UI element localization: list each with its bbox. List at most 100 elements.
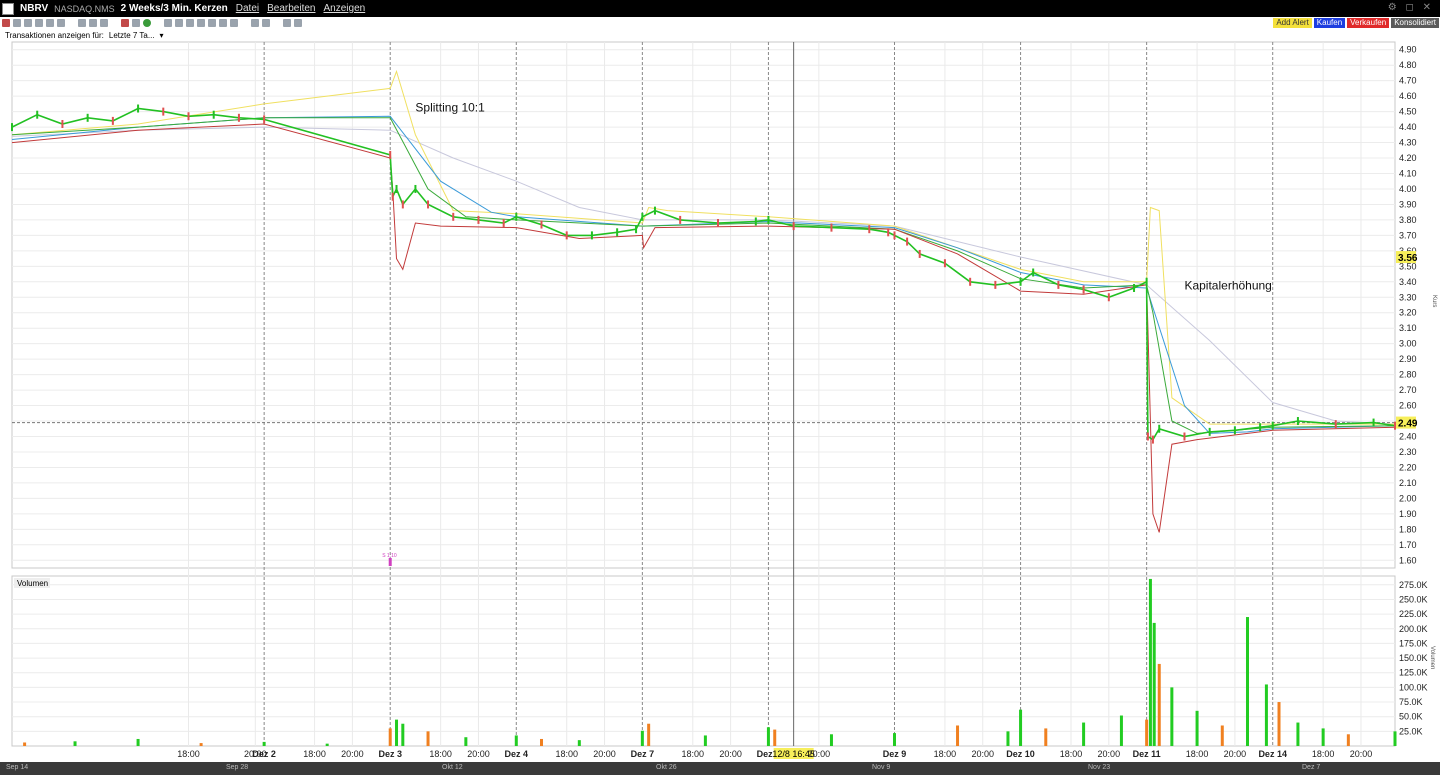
candle [868,225,871,234]
volume-tick-label: 100.0K [1399,682,1428,692]
candle [616,228,619,237]
add-alert-button[interactable]: Add Alert [1273,18,1312,28]
scroll-icon[interactable] [230,19,238,27]
candle [1133,283,1136,292]
print-icon[interactable] [57,19,65,27]
transactions-label: Transaktionen anzeigen für: [5,31,104,40]
candle [61,119,64,128]
compare-icon[interactable] [100,19,108,27]
price-axis-label: Kurs [1431,295,1437,307]
window-controls[interactable]: ⚙ ◻ ✕ [1388,2,1434,13]
candle [1372,418,1375,427]
price-tick-label: 3.30 [1399,292,1417,302]
x-tick-label: Dez 7 [631,749,655,759]
consolidated-button[interactable]: Konsolidiert [1391,18,1439,28]
x-tick-label: 18:00 [555,749,578,759]
refresh-icon[interactable] [143,19,151,27]
volume-panel-label: Volumen [17,579,48,588]
fib-icon[interactable] [175,19,183,27]
period-back-icon[interactable] [251,19,259,27]
volume-bar [23,742,27,746]
zoom-in-icon[interactable] [208,19,216,27]
candle [414,184,417,193]
symbol-label[interactable]: NBRV [20,3,48,14]
x-tick-label: 20:00 [1098,749,1121,759]
price-chart[interactable]: 4.90 4.80 4.70 4.60 4.50 4.40 4.30 4.20 4.10 4.00… [0,40,1440,762]
time-scrollbar[interactable]: Sep 14 Sep 28 Okt 12 Okt 26 Nov 9 Nov 23… [0,762,1440,775]
price-tick-label: 2.70 [1399,385,1417,395]
chart-type-icon[interactable] [78,19,86,27]
candle [1057,280,1060,289]
split-marker-label: S 1:10 [382,553,397,559]
candle [906,237,909,246]
candle [1334,420,1337,429]
candle [679,215,682,224]
volume-tick-label: 125.0K [1399,668,1428,678]
candle [401,200,404,209]
title-bar: NBRV NASDAQ.NMS 2 Weeks/3 Min. Kerzen Da… [0,0,1440,17]
x-tick-label: 18:00 [1060,749,1083,759]
volume-bar [1170,687,1174,746]
candle [11,123,13,132]
chevron-down-icon[interactable]: ▾ [160,31,164,40]
table-icon[interactable] [35,19,43,27]
draw-line-icon[interactable] [121,19,129,27]
x-tick-label: Dez 2 [252,749,276,759]
candle [111,116,114,125]
zoom-out-icon[interactable] [219,19,227,27]
undo-icon[interactable] [186,19,194,27]
candle [641,212,644,221]
cursor-icon[interactable] [13,19,21,27]
volume-bar [1277,702,1281,746]
x-tick-label: Dez 3 [378,749,402,759]
price-tick-label: 1.60 [1399,555,1417,565]
bar-tool-icon[interactable] [132,19,140,27]
volume-bar [1152,622,1156,746]
volume-axis-label: Volumen [1429,646,1435,669]
price-tick-label: 4.30 [1399,138,1417,148]
buy-button[interactable]: Kaufen [1313,18,1346,28]
menu-anzeigen[interactable]: Anzeigen [324,3,366,14]
price-tick-label: 4.20 [1399,153,1417,163]
x-tick-label: 18:00 [934,749,957,759]
candle [716,219,719,228]
volume-bar [199,743,203,746]
chart-annotation: Splitting 10:1 [415,101,485,115]
x-tick-label: 20:00 [593,749,616,759]
candle [1158,424,1161,433]
volume-tick-label: 250.0K [1399,594,1428,604]
price-tick-label: 4.10 [1399,169,1417,179]
volume-bar [539,738,543,746]
sync-icon[interactable] [283,19,291,27]
candle [918,249,921,258]
exchange-label[interactable]: NASDAQ.NMS [54,4,115,14]
grid-icon[interactable] [24,19,32,27]
transactions-select[interactable]: Letzte 7 Ta... [109,31,155,40]
x-tick-label: 20:00 [467,749,490,759]
period-selector[interactable]: 2 Weeks/3 Min. Kerzen [121,3,228,14]
crosshair-icon[interactable] [2,19,10,27]
volume-bar [892,733,896,746]
x-tick-label: Dez 14 [1258,749,1287,759]
price-tick-label: 4.70 [1399,76,1417,86]
redo-icon[interactable] [197,19,205,27]
layout-icon[interactable] [46,19,54,27]
candle [994,280,997,289]
candle [1032,268,1035,277]
sell-button[interactable]: Verkaufen [1347,18,1390,28]
indicator-icon[interactable] [89,19,97,27]
menu-bearbeiten[interactable]: Bearbeiten [267,3,315,14]
volume-tick-label: 225.0K [1399,609,1428,619]
link-icon[interactable] [294,19,302,27]
candle [515,212,518,221]
x-tick-label: 20:00 [719,749,742,759]
scroll-date-label: Sep 14 [6,764,29,771]
menu-datei[interactable]: Datei [236,3,259,14]
candle [635,225,638,234]
crosshair-tool-icon[interactable] [164,19,172,27]
volume-bar [1019,709,1023,746]
scroll-date-label: Okt 12 [442,764,463,771]
candle [1146,432,1149,441]
candle [653,206,656,215]
period-forward-icon[interactable] [262,19,270,27]
